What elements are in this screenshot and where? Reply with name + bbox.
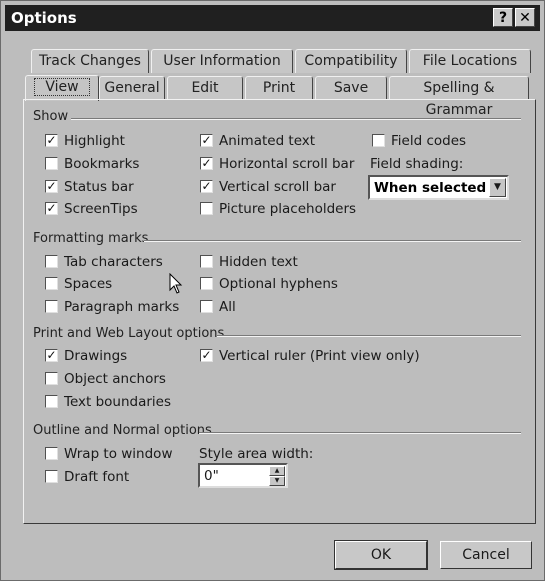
dialog-title: Options [11,9,77,27]
checkbox-label: Paragraph marks [64,299,180,315]
check-icon: ✓ [45,179,58,193]
field-shading-label: Field shading: [370,156,464,172]
spinner-down-icon[interactable]: ▼ [269,476,285,486]
checkbox-label: ScreenTips [64,201,138,217]
style-area-width-value: 0" [204,468,219,484]
checkbox-label: Vertical scroll bar [219,179,336,195]
options-dialog: Options ? ✕ Track Changes User Informati… [0,0,545,581]
style-area-width-label: Style area width: [199,446,314,462]
show-divider [71,118,521,120]
check-icon: ✓ [45,201,58,215]
tab-view-label: View [34,78,90,96]
checkbox-label: Text boundaries [64,394,172,410]
tab-track-changes[interactable]: Track Changes [31,49,149,73]
show-heading: Show [33,109,69,124]
checkbox-label: Object anchors [64,371,166,387]
tab-view[interactable]: View [25,75,99,101]
tab-user-information[interactable]: User Information [151,49,293,73]
check-icon: ✓ [45,348,58,362]
checkbox-label: Drawings [64,348,128,364]
outline-normal-heading: Outline and Normal options [33,423,212,438]
empty-checkbox-icon [200,255,213,268]
outline-divider [199,432,521,434]
style-area-width-spinner[interactable]: 0" ▲ ▼ [198,463,288,488]
empty-checkbox-icon [45,395,58,408]
checkbox-label: Animated text [219,133,316,149]
checkbox-label: Draft font [64,469,130,485]
checkbox-label: Field codes [391,133,467,149]
checkbox-label: All [219,299,236,315]
checkbox-label: Wrap to window [64,446,173,462]
check-icon: ✓ [45,133,58,147]
empty-checkbox-icon [45,277,58,290]
empty-checkbox-icon [200,202,213,215]
check-icon: ✓ [200,179,213,193]
print-web-heading: Print and Web Layout options [33,326,225,341]
checkbox-label: Picture placeholders [219,201,357,217]
checkbox-label: Optional hyphens [219,276,338,292]
tab-spelling-grammar[interactable]: Spelling & Grammar [389,76,529,118]
chevron-down-icon[interactable]: ▼ [489,178,506,197]
checkbox-label: Bookmarks [64,156,140,172]
checkbox-label: Spaces [64,276,113,292]
check-icon: ✓ [200,348,213,362]
empty-checkbox-icon [45,300,58,313]
check-icon: ✓ [200,156,213,170]
field-shading-value: When selected [374,180,487,196]
empty-checkbox-icon [45,157,58,170]
checkbox-label: Vertical ruler (Print view only) [219,348,420,364]
empty-checkbox-icon [45,372,58,385]
checkbox-label: Hidden text [219,254,298,270]
check-icon: ✓ [200,133,213,147]
tab-edit[interactable]: Edit [167,76,243,100]
empty-checkbox-icon [45,447,58,460]
formatting-marks-heading: Formatting marks [33,231,149,246]
field-shading-select[interactable]: When selected ▼ [368,175,509,200]
empty-checkbox-icon [200,277,213,290]
title-bar[interactable]: Options ? ✕ [5,5,540,31]
help-button[interactable]: ? [493,8,513,27]
tab-file-locations[interactable]: File Locations [409,49,531,73]
checkbox-label: Horizontal scroll bar [219,156,355,172]
spinner-up-icon[interactable]: ▲ [269,466,285,476]
empty-checkbox-icon [200,300,213,313]
checkbox-label: Tab characters [64,254,163,270]
empty-checkbox-icon [45,255,58,268]
tab-compatibility[interactable]: Compatibility [295,49,407,73]
checkbox-label: Highlight [64,133,125,149]
tab-print[interactable]: Print [245,76,313,100]
tab-general[interactable]: General [99,76,165,100]
ok-button[interactable]: OK [334,540,428,570]
close-button[interactable]: ✕ [515,8,535,27]
empty-checkbox-icon [45,470,58,483]
empty-checkbox-icon [372,134,385,147]
tab-save[interactable]: Save [315,76,387,100]
print-web-divider [217,335,521,337]
mouse-pointer-icon [169,273,183,294]
checkbox-label: Status bar [64,179,134,195]
cancel-button[interactable]: Cancel [440,541,532,569]
formatting-divider [144,240,521,242]
